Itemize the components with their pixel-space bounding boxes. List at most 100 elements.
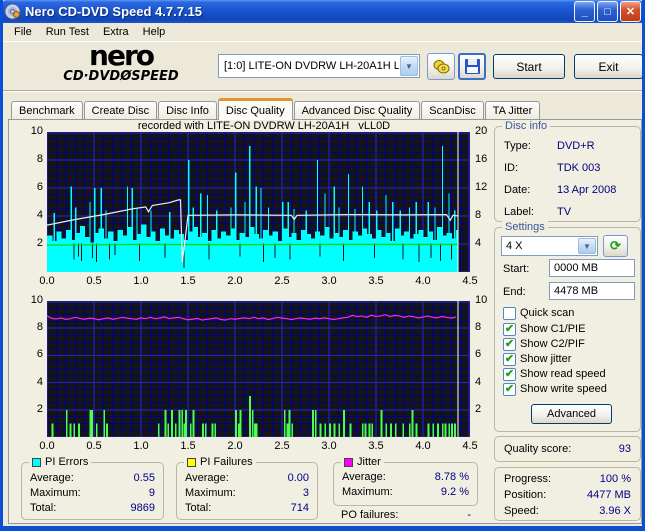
axis-tick-label: 1.5 [180, 440, 196, 452]
position-value: 4477 MB [586, 489, 631, 501]
pi-errors-caption: PI Errors [29, 456, 92, 468]
maximize-button[interactable]: □ [597, 1, 618, 22]
scan-speed-select[interactable]: 4 X ▼ [501, 236, 598, 256]
advanced-button[interactable]: Advanced [531, 404, 612, 424]
checkbox-icon: ✔ [503, 382, 516, 396]
pi-failures-total-label: Total: [185, 502, 212, 514]
tab-advanced-disc-quality[interactable]: Advanced Disc Quality [293, 101, 421, 120]
pi-errors-average-value: 0.55 [133, 472, 155, 484]
tab-ta-jitter[interactable]: TA Jitter [484, 101, 541, 120]
disc-type-label: Type: [504, 140, 531, 152]
minimize-button[interactable]: _ [574, 1, 595, 22]
pi-errors-total-label: Total: [30, 502, 57, 514]
pi-errors-swatch-icon [32, 457, 41, 467]
axis-tick-label: 3.0 [321, 275, 337, 287]
axis-tick-label: 4.0 [415, 275, 431, 287]
start-position-label: Start: [503, 263, 530, 275]
tab-disc-quality[interactable]: Disc Quality [217, 98, 293, 120]
axis-tick-label: 1.0 [133, 275, 149, 287]
floppy-disk-icon [464, 59, 480, 74]
tab-strip: Benchmark Create Disc Disc Info Disc Qua… [8, 98, 642, 120]
refresh-icon: ⟳ [610, 238, 621, 253]
checkbox-label: Show read speed [520, 368, 606, 380]
axis-tick-label: 4.5 [462, 440, 478, 452]
pi-errors-chart: 10 20 8 16 6 12 4 8 2 4 0.0 0.5 1.0 1.5 2.0 2.5 3.0 3.5 4.… [31, 125, 488, 287]
jitter-average-value: 8.78 % [434, 471, 469, 483]
checkbox-show-jitter[interactable]: ✔ Show jitter [503, 352, 571, 366]
pi-failures-total-value: 714 [290, 502, 309, 514]
axis-tick-label: 0.5 [86, 275, 102, 287]
chart-recorded-with-title: recorded with LITE-ON DVDRW LH-20A1H vLL… [137, 120, 391, 132]
axis-tick-label: 8 [36, 153, 43, 165]
disc-info-caption: Disc info [502, 120, 551, 132]
drive-select[interactable]: [1:0] LITE-ON DVDRW LH-20A1H LL0D ▼ [218, 54, 420, 78]
chart-plot-area [47, 301, 470, 437]
disc-id-value: TDK 003 [557, 162, 601, 174]
tab-scandisc[interactable]: ScanDisc [421, 101, 484, 120]
jitter-maximum-value: 9.2 % [440, 486, 469, 498]
checkbox-icon [503, 306, 516, 320]
settings-caption: Settings [502, 221, 548, 233]
title-bar[interactable]: Nero CD-DVD Speed 4.7.7.15 _ □ ✕ [3, 0, 642, 23]
axis-tick-label: 0.0 [39, 440, 55, 452]
checkbox-label: Show C1/PIE [520, 323, 586, 335]
pi-errors-caption-text: PI Errors [45, 456, 89, 468]
disc-label-value: TV [557, 206, 572, 218]
axis-tick-label: 8 [36, 321, 43, 334]
chart-plot-area [47, 132, 470, 272]
checkbox-show-read-speed[interactable]: ✔ Show read speed [503, 367, 606, 381]
start-position-field[interactable]: 0000 MB [549, 259, 635, 277]
app-window: Nero CD-DVD Speed 4.7.7.15 _ □ ✕ File Ru… [0, 0, 645, 531]
eject-button[interactable] [427, 53, 455, 80]
progress-value: 100 % [599, 473, 631, 485]
tab-create-disc[interactable]: Create Disc [83, 101, 158, 120]
save-button[interactable] [458, 53, 486, 80]
scan-speed-value: 4 X [506, 240, 523, 252]
end-position-field[interactable]: 4478 MB [549, 282, 635, 300]
toolbar: nero CD·DVDØSPEED [1:0] LITE-ON DVDRW LH… [3, 41, 642, 92]
pi-failures-caption-text: PI Failures [200, 456, 253, 468]
pi-failures-swatch-icon [187, 457, 196, 467]
quality-score-label: Quality score: [504, 443, 572, 455]
hand-disc-icon [433, 60, 449, 74]
chevron-down-icon[interactable]: ▼ [578, 238, 596, 254]
chevron-down-icon[interactable]: ▼ [400, 56, 418, 76]
axis-tick-label: 4.5 [462, 275, 478, 287]
axis-tick-label: 6 [36, 348, 43, 361]
axis-tick-label: 10 [30, 294, 43, 306]
menu-help[interactable]: Help [136, 24, 173, 40]
po-failures-value: - [467, 509, 471, 521]
axis-tick-label: 2.5 [274, 440, 290, 452]
exit-button[interactable]: Exit [574, 54, 642, 79]
drive-select-value: [1:0] LITE-ON DVDRW LH-20A1H LL0D [224, 60, 399, 72]
checkbox-icon: ✔ [503, 367, 516, 381]
refresh-button[interactable]: ⟳ [603, 235, 628, 257]
start-button[interactable]: Start [493, 54, 565, 79]
pi-failures-jitter-chart: 10 10 8 8 6 6 4 4 2 2 0.0 0.5 1.0 1.5 2.0 2.5 3.0 3.5 4.0 4… [31, 294, 488, 452]
disc-label-label: Label: [504, 206, 534, 218]
jitter-swatch-icon [344, 457, 353, 467]
axis-tick-label: 2 [36, 402, 43, 415]
progress-label: Progress: [504, 473, 552, 485]
tab-benchmark[interactable]: Benchmark [11, 101, 83, 120]
pi-errors-average-label: Average: [30, 472, 74, 484]
jitter-caption-text: Jitter [357, 456, 381, 468]
pi-errors-total-value: 9869 [130, 502, 155, 514]
checkbox-show-c2-pif[interactable]: ✔ Show C2/PIF [503, 337, 585, 351]
quality-score-box: Quality score: 93 [494, 436, 641, 462]
menu-file[interactable]: File [7, 24, 39, 40]
pi-failures-maximum-label: Maximum: [185, 487, 236, 499]
checkbox-show-c1-pie[interactable]: ✔ Show C1/PIE [503, 322, 585, 336]
close-button[interactable]: ✕ [620, 1, 641, 22]
checkbox-label: Show write speed [520, 383, 607, 395]
jitter-average-label: Average: [342, 471, 386, 483]
disc-info-groupbox: Disc info Type: DVD+R ID: TDK 003 Date: … [494, 120, 641, 222]
menu-extra[interactable]: Extra [96, 24, 136, 40]
tab-disc-info[interactable]: Disc Info [158, 101, 217, 120]
menu-run-test[interactable]: Run Test [39, 24, 96, 40]
po-failures-label: PO failures: [341, 509, 399, 521]
checkbox-quick-scan[interactable]: Quick scan [503, 306, 574, 320]
axis-tick-label: 4.0 [415, 440, 431, 452]
axis-tick-label: 3.5 [368, 275, 384, 287]
checkbox-show-write-speed[interactable]: ✔ Show write speed [503, 382, 607, 396]
